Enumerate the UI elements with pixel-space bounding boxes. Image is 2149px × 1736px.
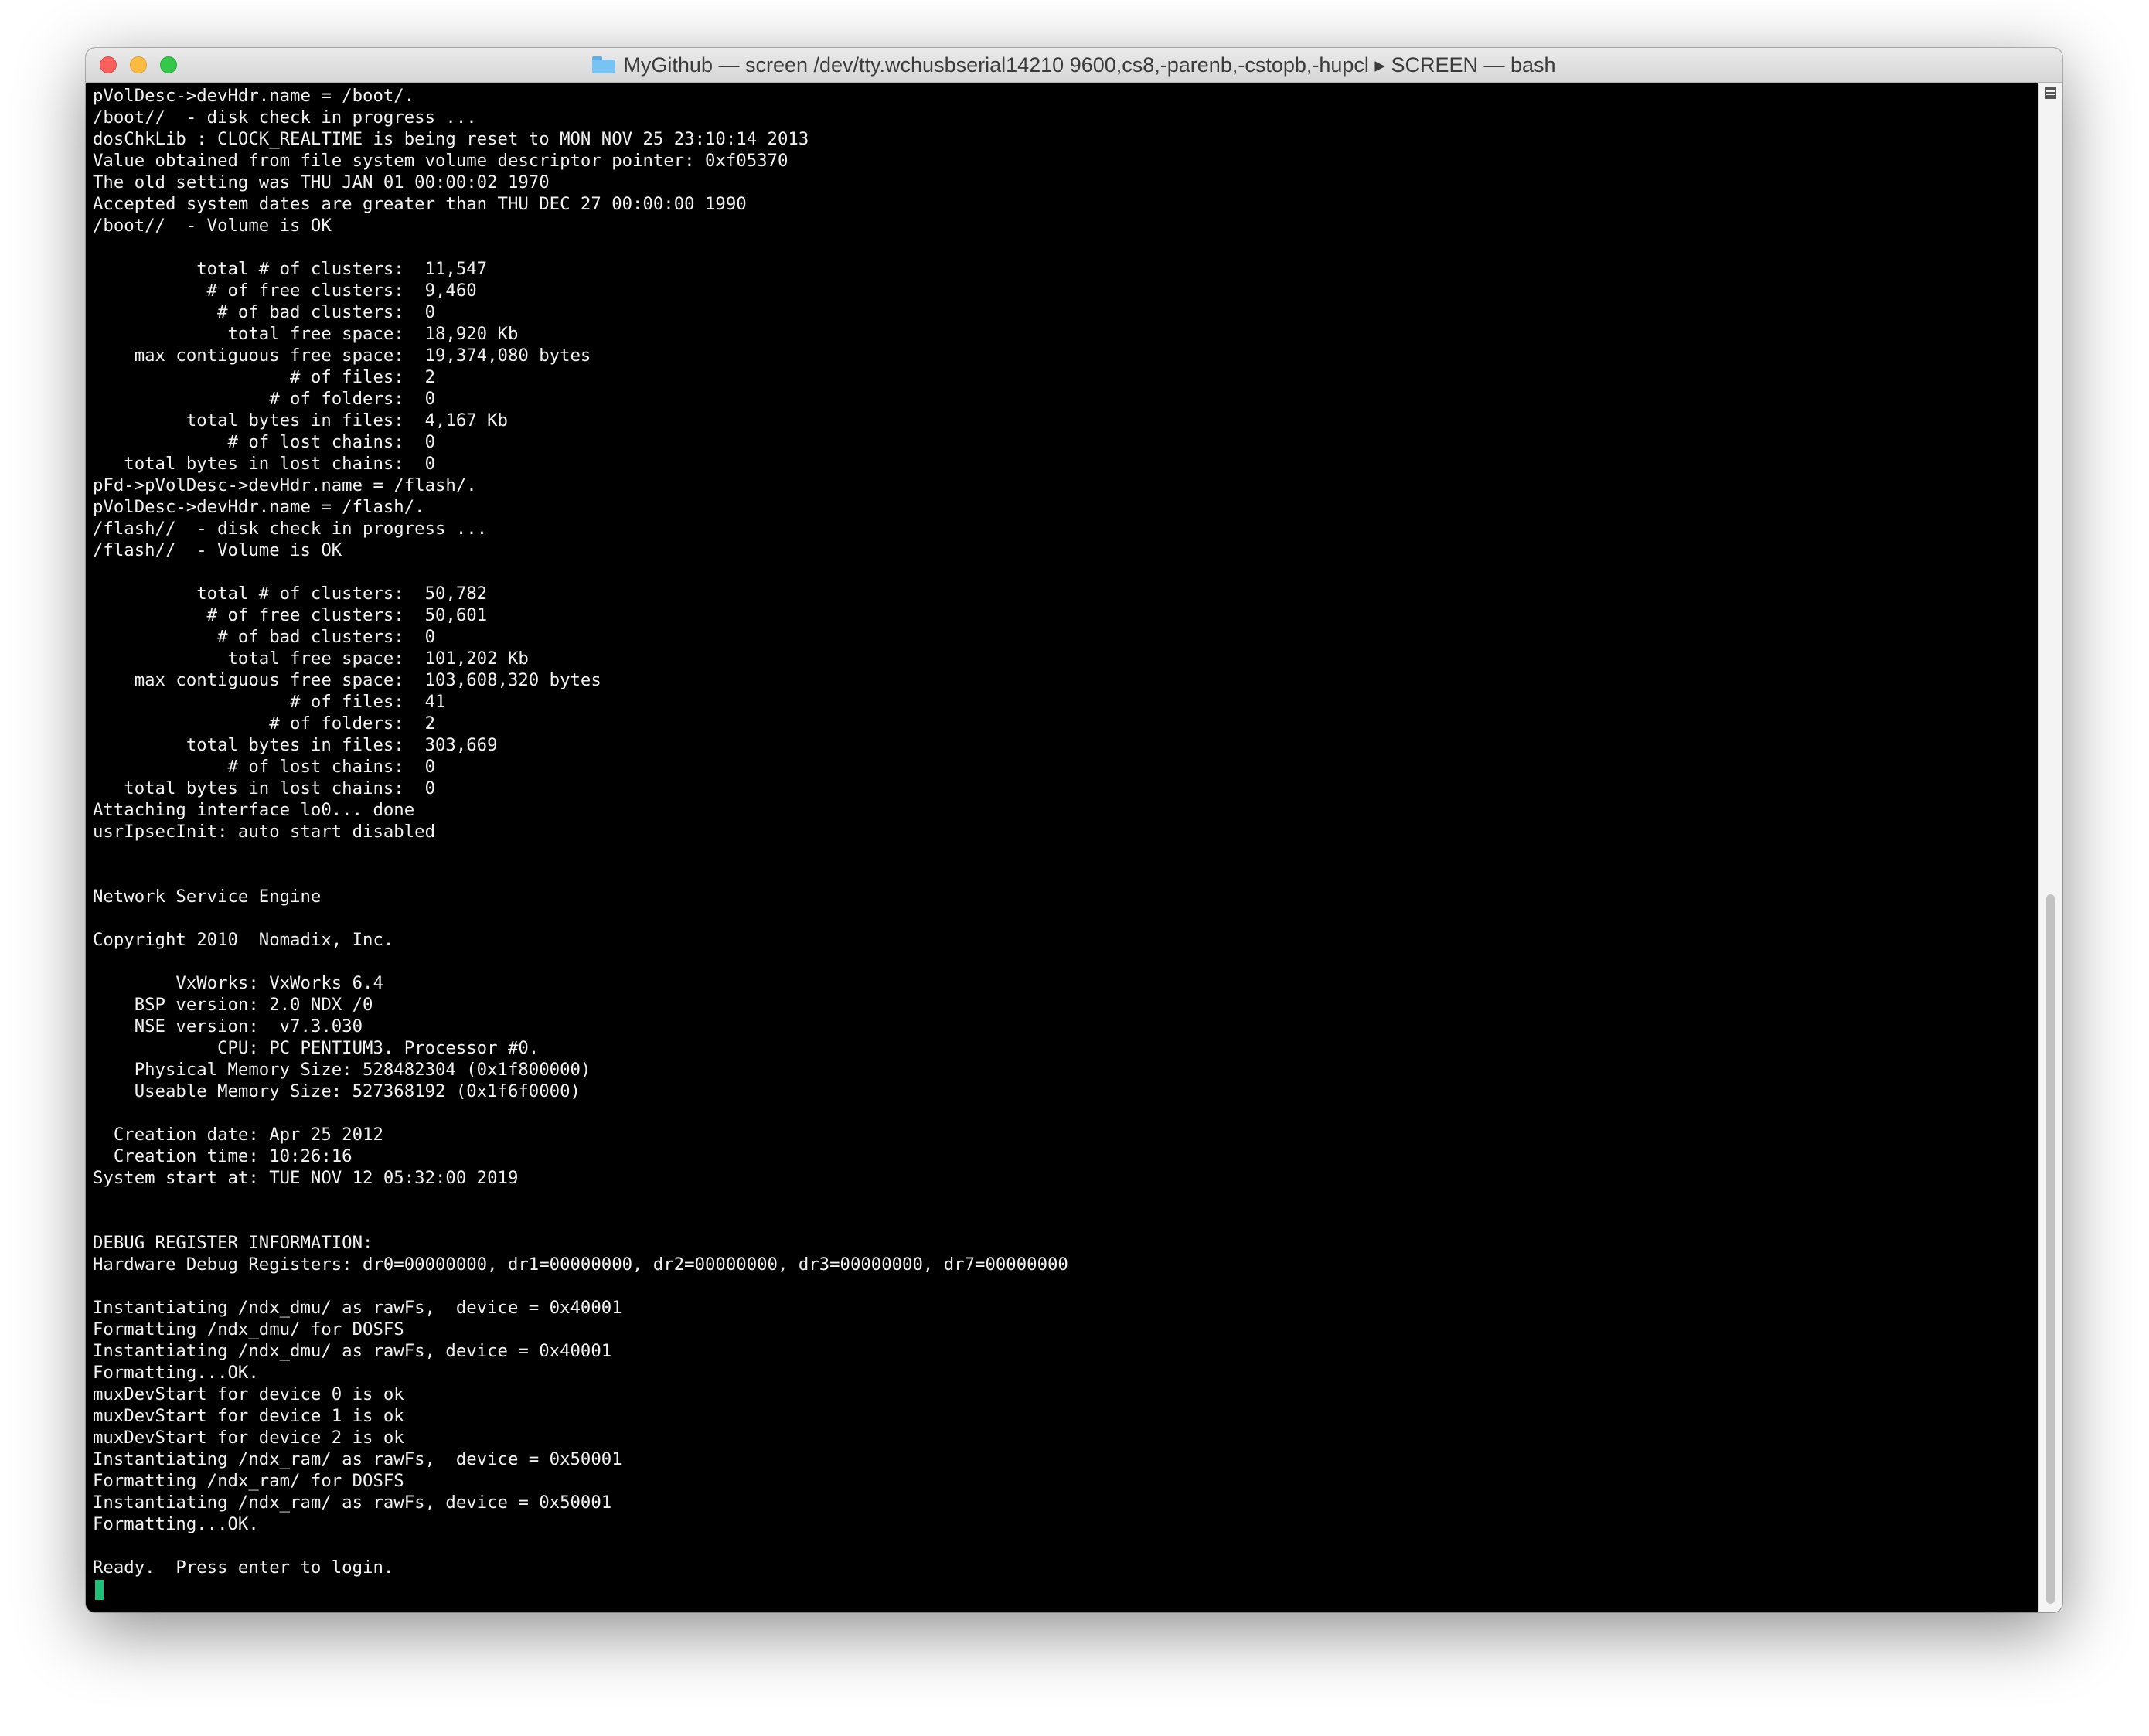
terminal-line: total # of clusters: 50,782 — [93, 584, 488, 604]
terminal-line: # of free clusters: 9,460 — [93, 281, 477, 301]
terminal-line: Attaching interface lo0... done — [93, 800, 415, 820]
terminal-line: muxDevStart for device 2 is ok — [93, 1428, 404, 1448]
vertical-scrollbar[interactable] — [2038, 83, 2062, 1612]
terminal-line: total bytes in files: 4,167 Kb — [93, 410, 508, 431]
terminal-line: # of folders: 2 — [93, 713, 435, 734]
terminal-line: # of lost chains: 0 — [93, 757, 436, 777]
text-cursor — [95, 1580, 104, 1600]
terminal-line: Accepted system dates are greater than T… — [93, 194, 747, 214]
folder-icon — [592, 56, 616, 73]
window-title-group: MyGithub — screen /dev/tty.wchusbserial1… — [86, 48, 2062, 82]
split-pane-icon[interactable] — [2045, 87, 2056, 99]
terminal-line: Ready. Press enter to login. — [93, 1557, 394, 1578]
terminal-line: Value obtained from file system volume d… — [93, 151, 788, 171]
terminal-line: Formatting...OK. — [93, 1363, 259, 1383]
terminal-line: # of bad clusters: 0 — [93, 627, 435, 647]
terminal-line: usrIpsecInit: auto start disabled — [93, 822, 435, 842]
terminal-line: Physical Memory Size: 528482304 (0x1f800… — [93, 1060, 591, 1080]
terminal-line: max contiguous free space: 19,374,080 by… — [93, 345, 591, 366]
terminal-line: total free space: 101,202 Kb — [93, 648, 529, 669]
terminal-line: total bytes in files: 303,669 — [93, 735, 498, 755]
terminal-line: Formatting...OK. — [93, 1514, 259, 1534]
terminal-line: Creation date: Apr 25 2012 — [93, 1125, 383, 1145]
prompt-line — [86, 1578, 2039, 1600]
terminal-line: pVolDesc->devHdr.name = /boot/. — [93, 86, 415, 106]
terminal-line: muxDevStart for device 0 is ok — [93, 1384, 404, 1404]
title-bar[interactable]: MyGithub — screen /dev/tty.wchusbserial1… — [86, 48, 2062, 83]
terminal-line: max contiguous free space: 103,608,320 b… — [93, 670, 601, 690]
terminal-line: # of free clusters: 50,601 — [93, 605, 488, 625]
terminal-line: VxWorks: VxWorks 6.4 — [93, 973, 383, 993]
terminal-line: /flash// - disk check in progress ... — [93, 519, 488, 539]
terminal-line: total # of clusters: 11,547 — [93, 259, 488, 279]
scroll-thumb[interactable] — [2046, 894, 2055, 1604]
terminal-line: Formatting /ndx_ram/ for DOSFS — [93, 1471, 404, 1491]
terminal-line: # of files: 2 — [93, 367, 435, 387]
terminal-line: # of lost chains: 0 — [93, 432, 436, 452]
console-text: pVolDesc->devHdr.name = /boot/. /boot// … — [86, 83, 2039, 1578]
terminal-line: Instantiating /ndx_dmu/ as rawFs, device… — [93, 1341, 612, 1361]
terminal-output-area[interactable]: pVolDesc->devHdr.name = /boot/. /boot// … — [86, 83, 2039, 1612]
terminal-line: NSE version: v7.3.030 — [93, 1016, 363, 1036]
terminal-line: total bytes in lost chains: 0 — [93, 454, 435, 474]
terminal-line: Network Service Engine — [93, 887, 322, 907]
terminal-line: Instantiating /ndx_dmu/ as rawFs, device… — [93, 1298, 622, 1318]
terminal-line: muxDevStart for device 1 is ok — [93, 1406, 404, 1426]
terminal-line: /boot// - Volume is OK — [93, 216, 332, 236]
terminal-line: BSP version: 2.0 NDX /0 — [93, 995, 373, 1015]
terminal-line: dosChkLib : CLOCK_REALTIME is being rese… — [93, 129, 809, 149]
terminal-line: pFd->pVolDesc->devHdr.name = /flash/. — [93, 475, 477, 495]
terminal-line: Instantiating /ndx_ram/ as rawFs, device… — [93, 1493, 612, 1513]
terminal-line: # of folders: 0 — [93, 389, 435, 409]
terminal-line: DEBUG REGISTER INFORMATION: — [93, 1233, 373, 1253]
terminal-line: Useable Memory Size: 527368192 (0x1f6f00… — [93, 1081, 581, 1101]
terminal-line: Hardware Debug Registers: dr0=00000000, … — [93, 1254, 1068, 1275]
terminal-line: The old setting was THU JAN 01 00:00:02 … — [93, 172, 550, 192]
terminal-line: pVolDesc->devHdr.name = /flash/. — [93, 497, 425, 517]
terminal-line: # of files: 41 — [93, 692, 446, 712]
terminal-line: Creation time: 10:26:16 — [93, 1146, 352, 1166]
terminal-window: MyGithub — screen /dev/tty.wchusbserial1… — [86, 48, 2062, 1612]
terminal-line: /boot// - disk check in progress ... — [93, 107, 477, 128]
window-title: MyGithub — screen /dev/tty.wchusbserial1… — [623, 53, 1556, 77]
terminal-line: total bytes in lost chains: 0 — [93, 778, 435, 798]
terminal-line: total free space: 18,920 Kb — [93, 324, 519, 344]
terminal-line: Copyright 2010 Nomadix, Inc. — [93, 930, 394, 950]
terminal-line: Formatting /ndx_dmu/ for DOSFS — [93, 1319, 404, 1339]
terminal-line: # of bad clusters: 0 — [93, 302, 435, 322]
terminal-line: Instantiating /ndx_ram/ as rawFs, device… — [93, 1449, 622, 1469]
terminal-line: /flash// - Volume is OK — [93, 540, 342, 560]
terminal-line: System start at: TUE NOV 12 05:32:00 201… — [93, 1168, 519, 1188]
terminal-line: CPU: PC PENTIUM3. Processor #0. — [93, 1038, 540, 1058]
